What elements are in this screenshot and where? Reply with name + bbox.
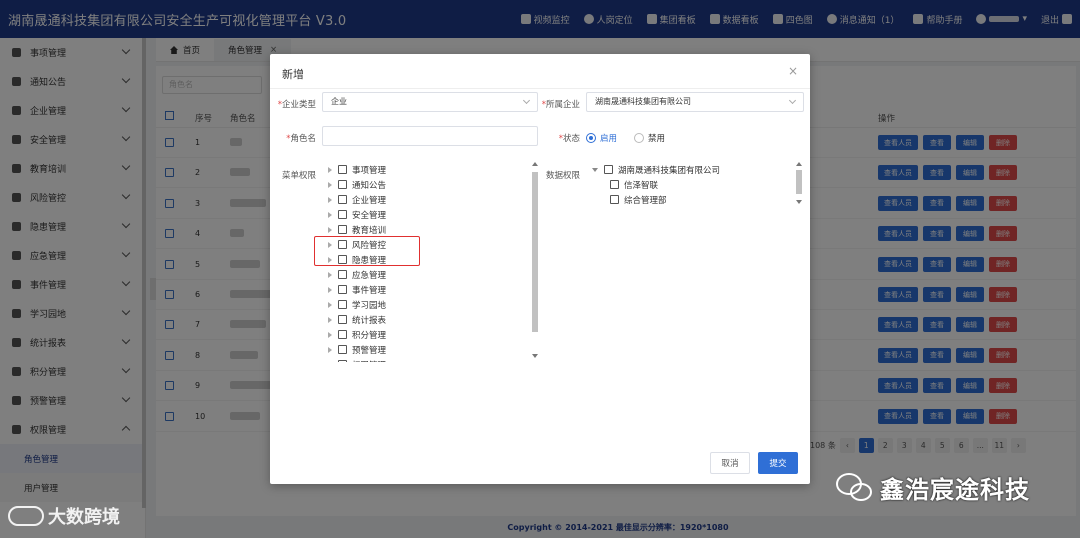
checkbox[interactable] — [610, 195, 619, 204]
watermark-left-text: 大数跨境 — [48, 507, 120, 528]
menu-tree-node-label: 权限管理 — [352, 359, 386, 363]
menu-tree-node[interactable]: 事件管理 — [322, 282, 386, 297]
enterprise-type-label: *企业类型 — [277, 100, 316, 110]
caret-right-icon[interactable] — [328, 301, 332, 308]
menu-perm-label: 菜单权限 — [281, 171, 316, 181]
menu-tree-node[interactable]: 应急管理 — [322, 267, 386, 282]
data-perm-label: 数据权限 — [545, 171, 580, 181]
data-tree-root-label: 湖南晟通科技集团有限公司 — [618, 165, 721, 176]
menu-tree-node-label: 学习园地 — [352, 300, 387, 311]
caret-right-icon[interactable] — [328, 226, 332, 233]
data-tree-child[interactable]: 信泽智联 — [610, 177, 658, 192]
menu-tree-node-label: 事项管理 — [352, 165, 387, 176]
scroll-down-icon[interactable] — [796, 200, 802, 204]
data-tree-child-label: 综合管理部 — [624, 195, 667, 206]
close-icon[interactable]: × — [788, 64, 798, 78]
data-permission-tree: 湖南晟通科技集团有限公司 信泽智联 综合管理部 — [592, 162, 802, 212]
enterprise-type-select[interactable]: 企业 — [322, 92, 538, 112]
scroll-up-icon[interactable] — [796, 162, 802, 166]
highlight-annotation-box — [314, 236, 420, 266]
menu-tree-node-label: 企业管理 — [352, 195, 387, 206]
status-label: *状态 — [558, 134, 580, 144]
caret-right-icon[interactable] — [328, 211, 332, 218]
status-disabled-radio[interactable]: 禁用 — [634, 132, 665, 144]
radio-unchecked-icon — [634, 133, 644, 143]
dialog-divider — [270, 88, 810, 89]
checkbox[interactable] — [604, 165, 613, 174]
menu-tree-node[interactable]: 预警管理 — [322, 342, 386, 357]
menu-tree-node[interactable]: 教育培训 — [322, 222, 386, 237]
checkbox[interactable] — [338, 315, 347, 324]
role-name-label: *角色名 — [286, 134, 316, 144]
dialog-title: 新增 — [282, 68, 304, 81]
data-tree-scrollbar[interactable] — [796, 162, 802, 206]
caret-right-icon[interactable] — [328, 196, 332, 203]
menu-tree-node[interactable]: 安全管理 — [322, 207, 386, 222]
menu-tree-node[interactable]: 统计报表 — [322, 312, 386, 327]
role-name-input[interactable] — [322, 126, 538, 146]
checkbox[interactable] — [338, 210, 347, 219]
submit-button[interactable]: 提交 — [758, 452, 798, 474]
checkbox[interactable] — [338, 165, 347, 174]
checkbox[interactable] — [610, 180, 619, 189]
checkbox[interactable] — [338, 300, 347, 309]
menu-tree-scrollbar[interactable] — [532, 162, 538, 362]
checkbox[interactable] — [338, 180, 347, 189]
menu-tree-node[interactable]: 通知公告 — [322, 177, 386, 192]
caret-right-icon[interactable] — [328, 316, 332, 323]
checkbox[interactable] — [338, 285, 347, 294]
caret-right-icon[interactable] — [328, 346, 332, 353]
menu-tree-node[interactable]: 权限管理 — [322, 357, 386, 362]
watermark-left: 大数跨境 — [8, 503, 120, 529]
caret-right-icon[interactable] — [328, 271, 332, 278]
menu-tree-node[interactable]: 企业管理 — [322, 192, 386, 207]
enterprise-type-value: 企业 — [331, 97, 347, 106]
caret-right-icon[interactable] — [328, 166, 332, 173]
company-select[interactable]: 湖南晟通科技集团有限公司 — [586, 92, 804, 112]
checkbox[interactable] — [338, 360, 347, 362]
status-disabled-label: 禁用 — [648, 134, 666, 144]
menu-tree-node-label: 预警管理 — [352, 345, 387, 356]
menu-tree-node-label: 通知公告 — [352, 180, 387, 191]
watermark-right-text: 鑫浩宸途科技 — [880, 476, 1030, 504]
caret-right-icon[interactable] — [328, 331, 332, 338]
checkbox[interactable] — [338, 225, 347, 234]
data-tree-root[interactable]: 湖南晟通科技集团有限公司 — [592, 162, 720, 177]
chevron-down-icon — [522, 96, 531, 105]
scroll-up-icon[interactable] — [532, 162, 538, 166]
radio-checked-icon — [586, 133, 596, 143]
checkbox[interactable] — [338, 330, 347, 339]
scroll-thumb[interactable] — [532, 172, 538, 332]
checkbox[interactable] — [338, 270, 347, 279]
menu-tree-node[interactable]: 积分管理 — [322, 327, 386, 342]
checkbox[interactable] — [338, 195, 347, 204]
menu-tree-node[interactable]: 学习园地 — [322, 297, 386, 312]
company-value: 湖南晟通科技集团有限公司 — [595, 97, 691, 106]
cancel-button[interactable]: 取消 — [710, 452, 750, 474]
menu-tree-node-label: 统计报表 — [352, 315, 387, 326]
data-tree-child[interactable]: 综合管理部 — [610, 192, 667, 207]
caret-right-icon[interactable] — [328, 286, 332, 293]
chevron-down-icon — [788, 96, 797, 105]
scroll-down-icon[interactable] — [532, 354, 538, 358]
company-label: *所属企业 — [541, 100, 580, 110]
menu-tree-node-label: 积分管理 — [352, 330, 387, 341]
caret-right-icon[interactable] — [328, 181, 332, 188]
watermark-logo — [8, 506, 44, 526]
menu-tree-node-label: 教育培训 — [352, 225, 387, 236]
caret-down-icon[interactable] — [592, 167, 598, 172]
menu-tree-node-label: 事件管理 — [352, 285, 387, 296]
status-enabled-radio[interactable]: 启用 — [586, 132, 617, 144]
scroll-thumb[interactable] — [796, 170, 802, 194]
menu-tree-node[interactable]: 事项管理 — [322, 162, 386, 177]
menu-tree-node-label: 应急管理 — [352, 270, 387, 281]
menu-tree-node-label: 安全管理 — [352, 210, 387, 221]
checkbox[interactable] — [338, 345, 347, 354]
status-enabled-label: 启用 — [600, 134, 618, 144]
data-tree-child-label: 信泽智联 — [624, 180, 659, 191]
add-role-dialog: 新增 × *企业类型 企业 *所属企业 湖南晟通科技集团有限公司 *角色名 *状… — [270, 54, 810, 484]
watermark-right: 鑫浩宸途科技 — [836, 470, 1030, 505]
caret-right-icon[interactable] — [328, 361, 332, 362]
wechat-icon — [836, 471, 874, 505]
